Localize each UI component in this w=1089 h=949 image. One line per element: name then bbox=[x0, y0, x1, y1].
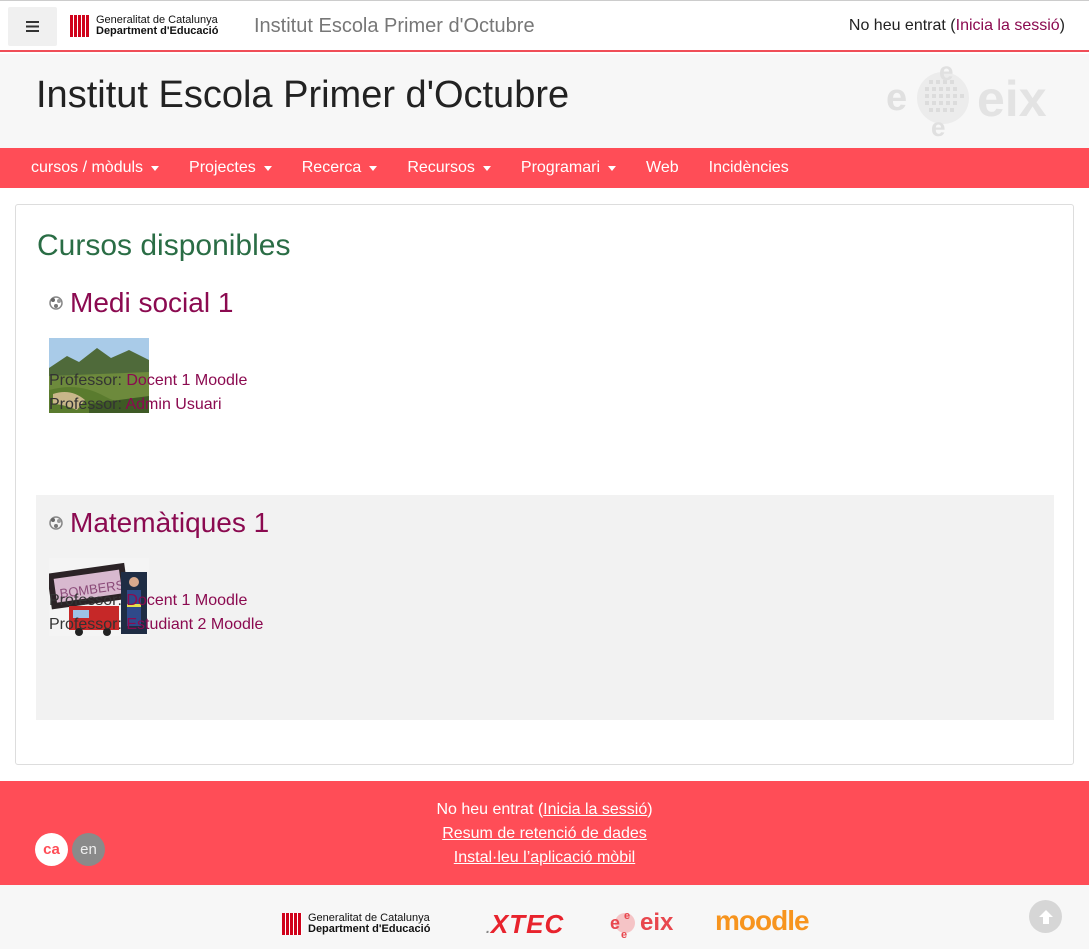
teacher-link[interactable]: Docent 1 Moodle bbox=[126, 372, 247, 389]
footer-login-link[interactable]: Inicia la sessió bbox=[543, 801, 647, 818]
course-title: Medi social 1 bbox=[48, 287, 233, 319]
menu-item-recerca[interactable]: Recerca bbox=[287, 159, 393, 177]
course-icon bbox=[49, 296, 63, 310]
login-info: No heu entrat (Inicia la sessió) bbox=[848, 17, 1065, 34]
partner-logos: Generalitat de Catalunya Department d'Ed… bbox=[0, 885, 1089, 949]
top-navbar: Generalitat de Catalunya Department d'Ed… bbox=[0, 0, 1089, 52]
gencat-stripes-icon bbox=[282, 913, 302, 935]
svg-text:e: e bbox=[621, 929, 627, 939]
lang-en-button[interactable]: en bbox=[72, 833, 105, 866]
gencat-logo[interactable]: Generalitat de Catalunya Department d'Ed… bbox=[70, 15, 218, 37]
eix-logo: e e e eix bbox=[886, 58, 1047, 140]
arrow-up-icon bbox=[1038, 909, 1053, 924]
gencat-line2: Department d'Educació bbox=[96, 25, 219, 37]
mobile-app-link[interactable]: Instal·leu l’aplicació mòbil bbox=[454, 849, 635, 866]
moodle-logo[interactable]: moodle bbox=[715, 905, 810, 937]
footer-login-info: No heu entrat (Inicia la sessió) bbox=[436, 801, 653, 818]
svg-text:e: e bbox=[610, 913, 620, 933]
caret-down-icon bbox=[151, 165, 160, 171]
teacher-row: Professor: Docent 1 Moodle bbox=[49, 372, 248, 389]
course-box: Matemàtiques 1 BOMBERS Professor: Docent… bbox=[36, 495, 1054, 720]
back-to-top-button[interactable] bbox=[1029, 900, 1062, 933]
course-link[interactable]: Matemàtiques 1 bbox=[70, 507, 269, 539]
menu-item-cursos-mòduls[interactable]: cursos / mòduls bbox=[16, 159, 174, 177]
course-title: Matemàtiques 1 bbox=[48, 507, 269, 539]
teacher-link[interactable]: Admin Usuari bbox=[125, 396, 221, 413]
svg-text:e: e bbox=[624, 910, 630, 922]
svg-text:e: e bbox=[931, 112, 945, 140]
xtec-logo[interactable]: .XTEC bbox=[486, 909, 564, 940]
data-retention-link[interactable]: Resum de retenció de dades bbox=[442, 825, 647, 842]
page-title: Institut Escola Primer d'Octubre bbox=[36, 74, 570, 116]
caret-down-icon bbox=[482, 165, 491, 171]
svg-text:eix: eix bbox=[977, 71, 1047, 127]
teacher-list: Professor: Docent 1 Moodle Professor: Es… bbox=[49, 589, 263, 637]
gencat-stripes-icon bbox=[70, 15, 90, 37]
svg-text:e: e bbox=[886, 77, 907, 119]
menu-item-programari[interactable]: Programari bbox=[506, 159, 631, 177]
main-menu: cursos / mòduls Projectes Recerca Recursos P… bbox=[0, 148, 1089, 188]
caret-down-icon bbox=[369, 165, 378, 171]
page-header: Institut Escola Primer d'Octubre e e e e… bbox=[0, 54, 1089, 148]
menu-item-projectes[interactable]: Projectes bbox=[174, 159, 287, 177]
login-link[interactable]: Inicia la sessió bbox=[956, 17, 1060, 34]
teacher-link[interactable]: Estudiant 2 Moodle bbox=[126, 616, 263, 633]
svg-text:e: e bbox=[939, 58, 953, 86]
menu-toggle-button[interactable] bbox=[8, 7, 57, 46]
site-name[interactable]: Institut Escola Primer d'Octubre bbox=[254, 15, 535, 38]
caret-down-icon bbox=[608, 165, 617, 171]
teacher-row: Professor: Estudiant 2 Moodle bbox=[49, 616, 264, 633]
course-icon bbox=[49, 516, 63, 530]
menu-item-web[interactable]: Web bbox=[631, 159, 694, 177]
caret-down-icon bbox=[263, 165, 272, 171]
gencat-line2: Department d'Educació bbox=[308, 923, 431, 935]
page-footer: No heu entrat (Inicia la sessió) Resum d… bbox=[0, 781, 1089, 885]
main-content: Cursos disponibles Medi social 1 Profess… bbox=[15, 204, 1074, 765]
course-box: Medi social 1 Professor: Docent 1 Moodle… bbox=[36, 275, 1054, 495]
eix-mark-icon: e e e bbox=[610, 910, 635, 939]
menu-item-incidències[interactable]: Incidències bbox=[694, 159, 804, 177]
section-heading: Cursos disponibles bbox=[37, 229, 291, 262]
teacher-row: Professor: Docent 1 Moodle bbox=[49, 592, 248, 609]
teacher-list: Professor: Docent 1 Moodle Professor: Ad… bbox=[49, 369, 247, 417]
lang-ca-button[interactable]: ca bbox=[35, 833, 68, 866]
hamburger-icon bbox=[26, 21, 39, 32]
footer-links: No heu entrat (Inicia la sessió) Resum d… bbox=[0, 798, 1089, 870]
eix-footer-logo[interactable]: e e e eix bbox=[610, 907, 673, 939]
teacher-row: Professor: Admin Usuari bbox=[49, 396, 222, 413]
teacher-link[interactable]: Docent 1 Moodle bbox=[126, 592, 247, 609]
gencat-footer-logo[interactable]: Generalitat de Catalunya Department d'Ed… bbox=[282, 913, 430, 935]
menu-item-recursos[interactable]: Recursos bbox=[392, 159, 506, 177]
course-link[interactable]: Medi social 1 bbox=[70, 287, 233, 319]
